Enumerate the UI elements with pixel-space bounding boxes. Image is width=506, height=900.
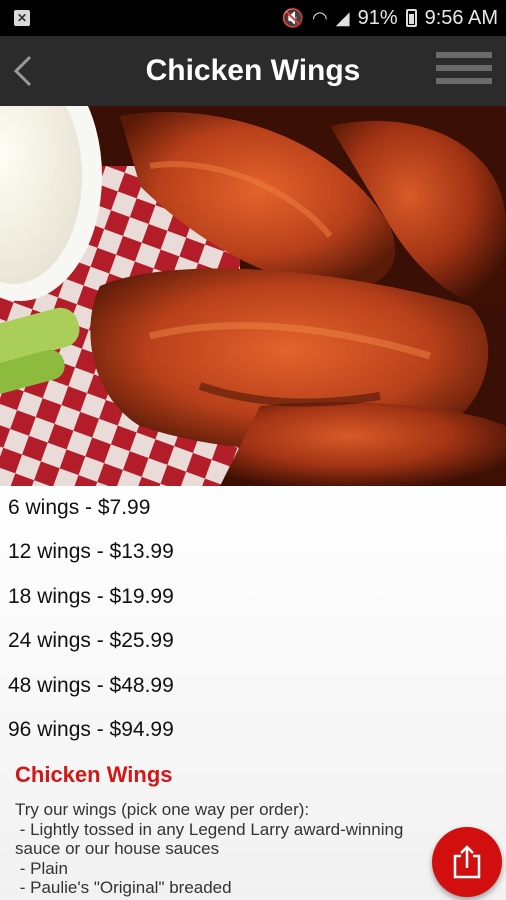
status-icons: 🔇 ◠ ◢ 91% 9:56 AM (282, 6, 498, 30)
section-title: Chicken Wings (15, 762, 173, 787)
chicken-wings-photo (0, 106, 506, 486)
menu-item-details: 6 wings - $7.99 12 wings - $13.99 18 win… (0, 486, 506, 900)
price-6-wings: 6 wings - $7.99 (8, 496, 151, 519)
page-title: Chicken Wings (145, 54, 361, 87)
share-button[interactable] (432, 827, 502, 897)
share-icon (453, 845, 481, 879)
wifi-icon: ◠ (312, 7, 328, 28)
price-12-wings: 12 wings - $13.99 (8, 540, 174, 563)
battery-percent: 91% (357, 6, 398, 29)
signal-icon: ◢ (335, 7, 350, 28)
section-description: Try our wings (pick one way per order): … (15, 800, 404, 897)
mute-icon: 🔇 (281, 7, 305, 28)
price-48-wings: 48 wings - $48.99 (8, 674, 174, 697)
hero-image (0, 106, 506, 486)
hamburger-icon (436, 52, 492, 58)
price-96-wings: 96 wings - $94.99 (8, 718, 174, 741)
app-bar: Chicken Wings (0, 36, 506, 106)
status-bar: ✕ 🔇 ◠ ◢ 91% 9:56 AM (0, 0, 506, 36)
clock: 9:56 AM (424, 6, 498, 29)
notification-icon: ✕ (14, 10, 30, 26)
price-24-wings: 24 wings - $25.99 (8, 629, 174, 652)
battery-icon (405, 9, 417, 27)
price-18-wings: 18 wings - $19.99 (8, 585, 174, 608)
menu-button[interactable] (436, 52, 492, 90)
